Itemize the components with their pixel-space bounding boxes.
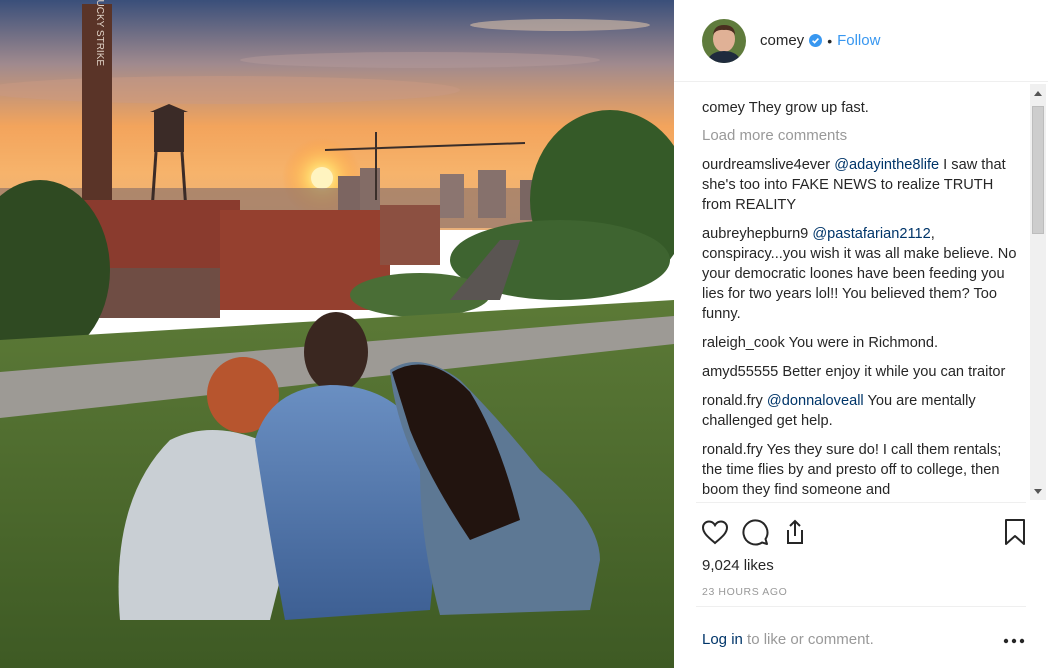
comment-text: Better enjoy it while you can traitor bbox=[782, 364, 1006, 380]
comments-list: comey They grow up fast. Load more comme… bbox=[702, 84, 1024, 502]
bookmark-icon[interactable] bbox=[1000, 517, 1030, 547]
caption-username[interactable]: comey bbox=[702, 100, 745, 116]
follow-button[interactable]: Follow bbox=[837, 32, 880, 49]
comment-mention[interactable]: @donnaloveall bbox=[767, 393, 864, 409]
heart-icon[interactable] bbox=[700, 517, 730, 547]
login-footer: Log in to like or comment. bbox=[696, 606, 1026, 668]
comment-text: You were in Richmond. bbox=[788, 335, 939, 351]
comment-item: aubreyhepburn9 @pastafarian2112, conspir… bbox=[702, 224, 1024, 324]
comment-item: ronald.fry Yes they sure do! I call them… bbox=[702, 440, 1024, 500]
post-sidebar: comey • Follow comey They grow up fast. … bbox=[674, 0, 1048, 668]
post-photo[interactable]: LUCKY STRIKE bbox=[0, 0, 674, 668]
verified-badge-icon bbox=[809, 34, 823, 47]
comment-username[interactable]: ourdreamslive4ever bbox=[702, 157, 830, 173]
comment-mention[interactable]: @adayinthe8life bbox=[834, 157, 939, 173]
scroll-up-arrow-icon[interactable] bbox=[1030, 86, 1046, 100]
comment-username[interactable]: raleigh_cook bbox=[702, 335, 785, 351]
comment-username[interactable]: ronald.fry bbox=[702, 393, 763, 409]
login-prompt: Log in to like or comment. bbox=[702, 631, 874, 648]
comment-mention[interactable]: @pastafarian2112 bbox=[812, 226, 930, 242]
login-prompt-text: to like or comment. bbox=[742, 631, 874, 648]
comment-item: raleigh_cook You were in Richmond. bbox=[702, 333, 1024, 353]
post-header: comey • Follow bbox=[674, 0, 1048, 82]
comment-username[interactable]: amyd55555 bbox=[702, 364, 778, 380]
comment-item: ourdreamslive4ever @adayinthe8life I saw… bbox=[702, 155, 1024, 215]
more-options-icon[interactable] bbox=[1002, 631, 1026, 651]
load-more-comments-button[interactable]: Load more comments bbox=[702, 126, 1024, 146]
likes-count[interactable]: 9,024 likes bbox=[702, 557, 774, 574]
chimney-sign-text: LUCKY STRIKE bbox=[94, 0, 105, 66]
username[interactable]: comey bbox=[760, 32, 804, 49]
comment-username[interactable]: aubreyhepburn9 bbox=[702, 226, 808, 242]
caption: comey They grow up fast. bbox=[702, 98, 1024, 118]
share-upload-icon[interactable] bbox=[780, 517, 810, 547]
post-timestamp[interactable]: 23 HOURS AGO bbox=[702, 586, 787, 598]
separator-dot: • bbox=[827, 32, 833, 49]
comment-item: amyd55555 Better enjoy it while you can … bbox=[702, 362, 1024, 382]
login-link[interactable]: Log in bbox=[702, 631, 743, 648]
avatar[interactable] bbox=[702, 18, 746, 63]
scrollbar-thumb[interactable] bbox=[1032, 106, 1044, 234]
comment-item: ronald.fry @donnaloveall You are mentall… bbox=[702, 391, 1024, 431]
caption-text: They grow up fast. bbox=[748, 100, 869, 116]
comments-scrollbar[interactable] bbox=[1030, 84, 1046, 500]
scroll-down-arrow-icon[interactable] bbox=[1030, 484, 1046, 498]
comment-username[interactable]: ronald.fry bbox=[702, 442, 763, 458]
comment-bubble-icon[interactable] bbox=[740, 517, 770, 547]
